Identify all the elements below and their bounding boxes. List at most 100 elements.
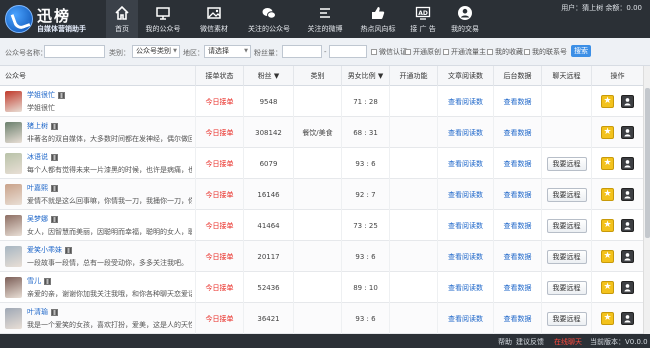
view-reads-link[interactable]: 查看阅读数 — [437, 241, 493, 272]
nav-followed-accounts[interactable]: 关注的公众号 — [240, 0, 298, 38]
region-select[interactable]: 请选择 — [204, 45, 251, 58]
qrcode-icon[interactable] — [44, 277, 51, 285]
favorite-star-icon[interactable]: ★ — [601, 312, 614, 325]
account-name-text[interactable]: 吴梦娜 — [27, 214, 48, 224]
view-data-link[interactable]: 查看数据 — [493, 241, 541, 272]
view-data-link[interactable]: 查看数据 — [493, 272, 541, 303]
nav-ads[interactable]: AD 接 广 告 — [404, 0, 442, 38]
nav-my-accounts[interactable]: 我的公众号 — [138, 0, 188, 38]
profile-user-icon[interactable] — [621, 219, 634, 232]
account-name[interactable]: 叶嘉熙 — [27, 183, 192, 193]
fans-min-input[interactable] — [282, 45, 322, 58]
favorite-star-icon[interactable]: ★ — [601, 219, 614, 232]
remote-chat-button[interactable]: 我要远程 — [546, 249, 587, 264]
view-reads-link[interactable]: 查看阅读数 — [437, 272, 493, 303]
help-link[interactable]: 帮助 — [498, 337, 512, 347]
avatar[interactable] — [5, 246, 22, 267]
favorite-star-icon[interactable]: ★ — [601, 250, 614, 263]
feedback-link[interactable]: 建议反馈 — [516, 337, 544, 347]
fans-max-input[interactable] — [329, 45, 367, 58]
avatar[interactable] — [5, 153, 22, 174]
view-data-link[interactable]: 查看数据 — [493, 148, 541, 179]
view-reads-link[interactable]: 查看阅读数 — [437, 179, 493, 210]
table-row[interactable]: 雪儿 亲爱的亲，谢谢你加我关注我哦，和你各种聊天恋爱话 今日接单 52436 8… — [0, 272, 650, 303]
nav-followed-weibo[interactable]: 关注的微博 — [298, 0, 352, 38]
nav-wechat-material[interactable]: 微信素材 — [188, 0, 240, 38]
view-reads-link[interactable]: 查看阅读数 — [437, 210, 493, 241]
qrcode-icon[interactable] — [51, 184, 58, 192]
qrcode-icon[interactable] — [58, 91, 65, 99]
avatar[interactable] — [5, 215, 22, 236]
favorite-star-icon[interactable]: ★ — [601, 188, 614, 201]
table-row[interactable]: 爱笑小乖妹 一段故事一段情，总有一段受动你，多多关注我吧。 今日接单 20117… — [0, 241, 650, 272]
favorite-star-icon[interactable]: ★ — [601, 126, 614, 139]
category-select[interactable]: 公众号类别 — [132, 45, 180, 58]
table-row[interactable]: 猪上树 非著名的双自媒体，大多数时间都在发神经，偶尔做回人 今日接单 30814… — [0, 117, 650, 148]
table-row[interactable]: 叶清瑜 我是一个爱笑的女孩，喜欢打扮，爱美，这是人的天性， 今日接单 36421… — [0, 303, 650, 334]
checkbox-original[interactable]: 开通原创 — [405, 47, 441, 57]
remote-chat-button[interactable]: 我要远程 — [546, 280, 587, 295]
account-name-text[interactable]: 叶清瑜 — [27, 307, 48, 317]
qrcode-icon[interactable] — [51, 122, 58, 130]
qrcode-icon[interactable] — [65, 246, 72, 254]
remote-chat-button[interactable]: 我要远程 — [546, 311, 587, 326]
avatar[interactable] — [5, 122, 22, 143]
account-name[interactable]: 学姐很忙 — [27, 90, 192, 100]
search-button[interactable]: 搜索 — [571, 45, 591, 57]
account-name-text[interactable]: 雪儿 — [27, 276, 41, 286]
profile-user-icon[interactable] — [621, 95, 634, 108]
view-data-link[interactable]: 查看数据 — [493, 210, 541, 241]
avatar[interactable] — [5, 184, 22, 205]
account-name[interactable]: 冰语说 — [27, 152, 192, 162]
account-name-text[interactable]: 叶嘉熙 — [27, 183, 48, 193]
account-name-text[interactable]: 爱笑小乖妹 — [27, 245, 62, 255]
table-row[interactable]: 吴梦娜 女人，因智慧而美丽，因聪明而幸福，聪明的女人，聪明 今日接单 41464… — [0, 210, 650, 241]
checkbox-favorites[interactable]: 我的收藏 — [487, 47, 523, 57]
account-name[interactable]: 叶清瑜 — [27, 307, 192, 317]
nav-my-trades[interactable]: 我的交易 — [442, 0, 488, 38]
account-name[interactable]: 猪上树 — [27, 121, 192, 131]
online-chat-link[interactable]: 在线聊天 — [554, 337, 582, 347]
qrcode-icon[interactable] — [51, 215, 58, 223]
profile-user-icon[interactable] — [621, 188, 634, 201]
favorite-star-icon[interactable]: ★ — [601, 281, 614, 294]
table-row[interactable]: 冰语说 每个人都有觉得未来一片漆黑的时候，也许是病痛，也许 今日接单 6079 … — [0, 148, 650, 179]
col-gender-ratio[interactable]: 男女比例 ▼ — [341, 66, 389, 86]
account-name[interactable]: 雪儿 — [27, 276, 192, 286]
view-data-link[interactable]: 查看数据 — [493, 117, 541, 148]
view-reads-link[interactable]: 查看阅读数 — [437, 117, 493, 148]
remote-chat-button[interactable]: 我要远程 — [546, 156, 587, 171]
checkbox-contacts[interactable]: 我的联系号 — [524, 47, 567, 57]
account-name[interactable]: 爱笑小乖妹 — [27, 245, 192, 255]
view-data-link[interactable]: 查看数据 — [493, 86, 541, 117]
nav-hot-trends[interactable]: 热点风向标 — [352, 0, 404, 38]
account-name-text[interactable]: 冰语说 — [27, 152, 48, 162]
account-name-input[interactable] — [44, 45, 105, 58]
table-row[interactable]: 叶嘉熙 爱情不就是这么回事嘛，你情我一刀，我捅你一刀，你捅 今日接单 16146… — [0, 179, 650, 210]
profile-user-icon[interactable] — [621, 250, 634, 263]
profile-user-icon[interactable] — [621, 312, 634, 325]
qrcode-icon[interactable] — [51, 308, 58, 316]
profile-user-icon[interactable] — [621, 281, 634, 294]
checkbox-traffic-owner[interactable]: 开通流量主 — [443, 47, 486, 57]
view-data-link[interactable]: 查看数据 — [493, 179, 541, 210]
remote-chat-button[interactable]: 我要远程 — [546, 187, 587, 202]
account-name-text[interactable]: 学姐很忙 — [27, 90, 55, 100]
vertical-scrollbar[interactable] — [643, 66, 650, 334]
remote-chat-button[interactable]: 我要远程 — [546, 218, 587, 233]
favorite-star-icon[interactable]: ★ — [601, 157, 614, 170]
view-reads-link[interactable]: 查看阅读数 — [437, 303, 493, 334]
nav-home[interactable]: 首页 — [106, 0, 138, 38]
favorite-star-icon[interactable]: ★ — [601, 95, 614, 108]
avatar[interactable] — [5, 277, 22, 298]
col-fans[interactable]: 粉丝 ▼ — [243, 66, 293, 86]
view-reads-link[interactable]: 查看阅读数 — [437, 86, 493, 117]
view-data-link[interactable]: 查看数据 — [493, 303, 541, 334]
table-row[interactable]: 学姐很忙 学姐很忙 今日接单 9548 71 : 28 查看阅读数 查看数据 ★ — [0, 86, 650, 117]
scrollbar-thumb[interactable] — [645, 88, 650, 238]
checkbox-wechat-verified[interactable]: 微信认证 — [371, 47, 407, 57]
account-name[interactable]: 吴梦娜 — [27, 214, 192, 224]
qrcode-icon[interactable] — [51, 153, 58, 161]
account-name-text[interactable]: 猪上树 — [27, 121, 48, 131]
avatar[interactable] — [5, 91, 22, 112]
